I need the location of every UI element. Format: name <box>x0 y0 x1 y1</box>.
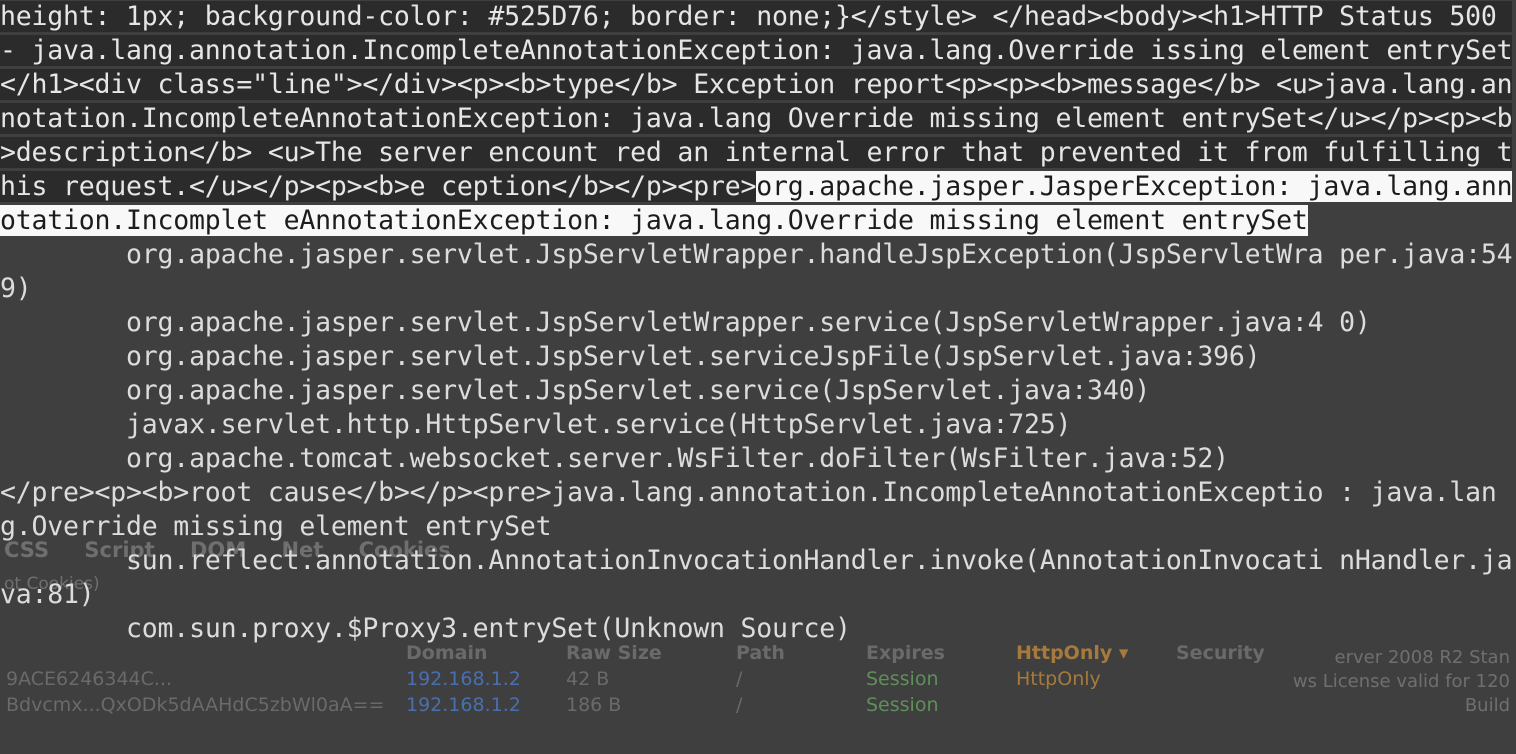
cell-expires: Session <box>866 668 1016 690</box>
cell-expires: Session <box>866 694 1016 716</box>
cell-httponly: HttpOnly <box>1016 668 1176 690</box>
watermark-line: ws License valid for 120 <box>1293 670 1510 694</box>
source-segment-after-selection[interactable]: org.apache.jasper.servlet.JspServletWrap… <box>0 239 1512 644</box>
source-view-overlay[interactable]: height: 1px; background-color: #525D76; … <box>0 0 1516 646</box>
windows-activation-watermark: erver 2008 R2 Stan ws License valid for … <box>1293 646 1510 718</box>
cell-domain: 192.168.1.2 <box>406 694 566 716</box>
table-row[interactable]: Bdvcmx...QxODk5dAAHdC5zbWl0aA== 192.168.… <box>0 692 1516 718</box>
cell-path: / <box>736 694 866 716</box>
watermark-line: Build <box>1293 694 1510 718</box>
cell-name: Bdvcmx...QxODk5dAAHdC5zbWl0aA== <box>0 694 406 716</box>
cell-path: / <box>736 668 866 690</box>
watermark-line: erver 2008 R2 Stan <box>1293 646 1510 670</box>
cell-name: 9ACE6246344C... <box>0 668 406 690</box>
cookies-table: Domain Raw Size Path Expires HttpOnly ▾ … <box>0 640 1516 718</box>
table-row[interactable]: 9ACE6246344C... 192.168.1.2 42 B / Sessi… <box>0 666 1516 692</box>
cell-domain: 192.168.1.2 <box>406 668 566 690</box>
cell-httponly <box>1016 694 1176 716</box>
cell-size: 42 B <box>566 668 736 690</box>
cell-size: 186 B <box>566 694 736 716</box>
